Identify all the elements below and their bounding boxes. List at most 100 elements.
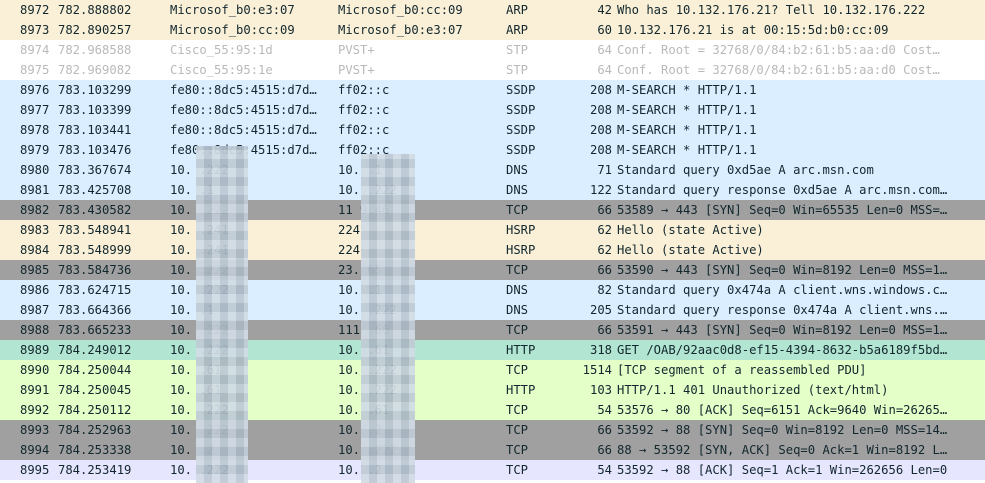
- packet-info: GET /OAB/92aac0d8-ef15-4394-8632-b5a6189…: [617, 343, 948, 357]
- packet-number: 8981: [20, 183, 50, 197]
- packet-protocol: SSDP: [506, 83, 536, 97]
- packet-length: 208: [589, 123, 612, 137]
- packet-row[interactable]: 8992 784.250112 10. .222 10. .61 TCP 54 53576 …: [0, 400, 985, 420]
- packet-length: 66: [597, 323, 612, 337]
- packet-source: 10. .1: [170, 183, 215, 197]
- packet-row[interactable]: 8994 784.253338 10. .2 10. .222 TCP 66 88 → 53…: [0, 440, 985, 460]
- packet-source: Cisco_55:95:1d: [170, 43, 273, 57]
- packet-length: 66: [597, 203, 612, 217]
- packet-row[interactable]: 8988 783.665233 10. .222 111 .66 TCP 66 53591 …: [0, 320, 985, 340]
- packet-time: 784.250112: [58, 403, 132, 417]
- packet-number: 8991: [20, 383, 50, 397]
- packet-protocol: SSDP: [506, 123, 536, 137]
- packet-length: 318: [589, 343, 612, 357]
- packet-info: 53592 → 88 [SYN] Seq=0 Win=8192 Len=0 MS…: [617, 423, 948, 437]
- packet-destination: 10. .1: [338, 163, 383, 177]
- packet-protocol: TCP: [506, 463, 529, 477]
- packet-length: 54: [597, 403, 612, 417]
- packet-row[interactable]: 8974 782.968588 Cisco_55:95:1d PVST+ STP 64 Co…: [0, 40, 985, 60]
- packet-info: Conf. Root = 32768/0/84:b2:61:b5:aa:d0 C…: [617, 63, 940, 77]
- packet-destination: 10. .222: [338, 303, 397, 317]
- packet-destination: 10. .61: [338, 403, 390, 417]
- packet-source: fe80::8dc5:4515:d7d…: [170, 103, 317, 117]
- packet-protocol: DNS: [506, 183, 529, 197]
- packet-number: 8984: [20, 243, 50, 257]
- packet-length: 208: [589, 103, 612, 117]
- packet-number: 8983: [20, 223, 50, 237]
- packet-source: 10. .222: [170, 323, 229, 337]
- packet-source: fe80::8dc5:4515:d7d…: [170, 143, 317, 157]
- packet-row[interactable]: 8989 784.249012 10. .222 10. .61 HTTP 318 GET …: [0, 340, 985, 360]
- packet-time: 782.888802: [58, 3, 132, 17]
- packet-protocol: DNS: [506, 283, 529, 297]
- packet-length: 122: [589, 183, 612, 197]
- packet-time: 782.969082: [58, 63, 132, 77]
- packet-row[interactable]: 8981 783.425708 10. .1 10. .222 DNS 122 Standa…: [0, 180, 985, 200]
- packet-row[interactable]: 8984 783.548999 10. .241 224 HSRP 62 Hello (st…: [0, 240, 985, 260]
- packet-row[interactable]: 8993 784.252963 10. .222 10. .2 TCP 66 53592 →…: [0, 420, 985, 440]
- packet-row[interactable]: 8973 782.890257 Microsof_b0:cc:09 Microsof_…: [0, 20, 985, 40]
- packet-row[interactable]: 8975 782.969082 Cisco_55:95:1e PVST+ STP 64 Co…: [0, 60, 985, 80]
- packet-destination: 10. .1: [338, 283, 383, 297]
- packet-source: 10. .222: [170, 263, 229, 277]
- packet-info: M-SEARCH * HTTP/1.1: [617, 143, 757, 157]
- packet-time: 784.253419: [58, 463, 132, 477]
- packet-list: 8972 782.888802 Microsof_b0:e3:07 Microsof_…: [0, 0, 985, 480]
- packet-info: M-SEARCH * HTTP/1.1: [617, 83, 757, 97]
- packet-number: 8985: [20, 263, 50, 277]
- packet-length: 62: [597, 223, 612, 237]
- packet-row[interactable]: 8983 783.548941 10. .241 224 HSRP 62 Hello (st…: [0, 220, 985, 240]
- packet-protocol: TCP: [506, 403, 529, 417]
- packet-row[interactable]: 8980 783.367674 10. .222 10. .1 DNS 71 Standar…: [0, 160, 985, 180]
- packet-row[interactable]: 8976 783.103299 fe80::8dc5:4515:d7d… ff02::…: [0, 80, 985, 100]
- packet-length: 103: [589, 383, 612, 397]
- packet-time: 784.250044: [58, 363, 132, 377]
- packet-info: Conf. Root = 32768/0/84:b2:61:b5:aa:d0 C…: [617, 43, 940, 57]
- packet-destination: 11 9.46: [338, 203, 390, 217]
- packet-row[interactable]: 8995 784.253419 10. .222 10. .2 TCP 54 53592 →…: [0, 460, 985, 480]
- packet-source: 10. .61: [170, 363, 222, 377]
- packet-protocol: ARP: [506, 23, 529, 37]
- packet-row[interactable]: 8972 782.888802 Microsof_b0:e3:07 Microsof_…: [0, 0, 985, 20]
- packet-length: 66: [597, 263, 612, 277]
- packet-destination: PVST+: [338, 43, 375, 57]
- packet-length: 66: [597, 423, 612, 437]
- packet-info: 10.132.176.21 is at 00:15:5d:b0:cc:09: [617, 23, 889, 37]
- packet-info: 53590 → 443 [SYN] Seq=0 Win=8192 Len=0 M…: [617, 263, 948, 277]
- packet-number: 8978: [20, 123, 50, 137]
- packet-time: 782.890257: [58, 23, 132, 37]
- packet-row[interactable]: 8987 783.664366 10. .1 10. .222 DNS 205 Standa…: [0, 300, 985, 320]
- packet-length: 54: [597, 463, 612, 477]
- packet-number: 8973: [20, 23, 50, 37]
- packet-protocol: STP: [506, 63, 529, 77]
- packet-destination: Microsof_b0:e3:07: [338, 23, 463, 37]
- packet-source: 10. .222: [170, 463, 229, 477]
- packet-row[interactable]: 8978 783.103441 fe80::8dc5:4515:d7d… ff02::…: [0, 120, 985, 140]
- packet-number: 8976: [20, 83, 50, 97]
- packet-info: Standard query 0x474a A client.wns.windo…: [617, 283, 948, 297]
- packet-time: 784.249012: [58, 343, 132, 357]
- packet-row[interactable]: 8979 783.103476 fe80::8dc5:4515:d7d… ff02::…: [0, 140, 985, 160]
- packet-number: 8974: [20, 43, 50, 57]
- packet-source: Cisco_55:95:1e: [170, 63, 273, 77]
- packet-info: Who has 10.132.176.21? Tell 10.132.176.2…: [617, 3, 926, 17]
- packet-row[interactable]: 8990 784.250044 10. .61 10. .222 TCP 1514 [TCP…: [0, 360, 985, 380]
- packet-destination: 111 .66: [338, 323, 390, 337]
- packet-source: fe80::8dc5:4515:d7d…: [170, 123, 317, 137]
- packet-info: HTTP/1.1 401 Unauthorized (text/html): [617, 383, 889, 397]
- packet-row[interactable]: 8985 783.584736 10. .222 23. 65 TCP 66 53590 →…: [0, 260, 985, 280]
- packet-time: 783.425708: [58, 183, 132, 197]
- packet-info: 53592 → 88 [ACK] Seq=1 Ack=1 Win=262656 …: [617, 463, 948, 477]
- packet-row[interactable]: 8991 784.250045 10. .61 10. .222 HTTP 103 HTTP…: [0, 380, 985, 400]
- packet-destination: 10. .222: [338, 443, 397, 457]
- packet-number: 8988: [20, 323, 50, 337]
- packet-destination: 10. .222: [338, 363, 397, 377]
- packet-destination: 224: [338, 243, 361, 257]
- packet-time: 783.664366: [58, 303, 132, 317]
- packet-protocol: TCP: [506, 423, 529, 437]
- packet-row[interactable]: 8982 783.430582 10. .222 11 9.46 TCP 66 53589 …: [0, 200, 985, 220]
- packet-row[interactable]: 8977 783.103399 fe80::8dc5:4515:d7d… ff02::…: [0, 100, 985, 120]
- packet-time: 782.968588: [58, 43, 132, 57]
- packet-protocol: SSDP: [506, 103, 536, 117]
- packet-row[interactable]: 8986 783.624715 10. .222 10. .1 DNS 82 Standar…: [0, 280, 985, 300]
